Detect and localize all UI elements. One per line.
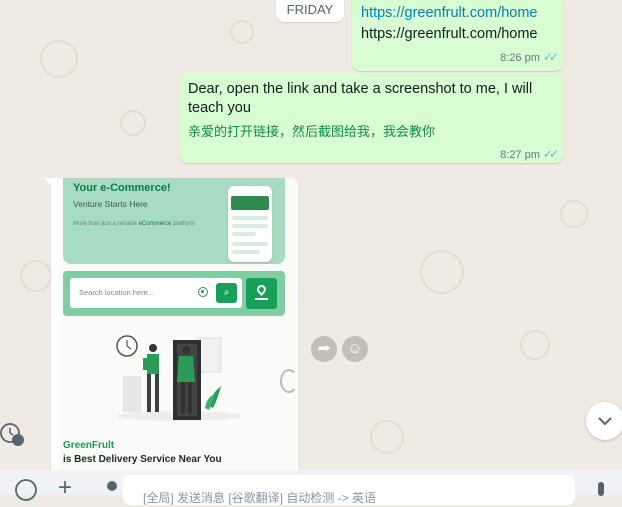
hero-text: More than just a reliable eCommerce plat… bbox=[73, 221, 195, 227]
message-input-placeholder: [全局] 发送消息 [谷歌翻译] 自动检测 -> 英语 bbox=[143, 491, 377, 505]
mic-icon[interactable] bbox=[594, 478, 608, 503]
scroll-to-bottom-button[interactable] bbox=[586, 402, 622, 440]
map-pin-icon bbox=[255, 283, 268, 296]
scheduled-message-icon[interactable] bbox=[0, 420, 26, 448]
delivery-illustration bbox=[116, 335, 241, 421]
message-meta: 8:26 pm ✓✓ bbox=[500, 50, 559, 64]
message-meta: 8:27 pm ✓✓ bbox=[500, 147, 559, 161]
brand-tagline: is Best Delivery Service Near You bbox=[63, 454, 222, 465]
brand-name: GreenFrult bbox=[63, 440, 115, 451]
background-doodle bbox=[560, 200, 588, 228]
read-receipt-icon: ✓✓ bbox=[542, 50, 559, 64]
forward-icon[interactable]: ➦ bbox=[311, 336, 337, 362]
message-text: Dear, open the link and take a screensho… bbox=[188, 81, 533, 116]
chat-panel: FRIDAY https://greenfrult.com/home https… bbox=[0, 0, 622, 470]
location-search-bar: Search location here... ⌕ bbox=[63, 271, 285, 316]
hero-subtitle: Venture Starts Here bbox=[73, 199, 148, 209]
message-link[interactable]: https://greenfrult.com/home bbox=[361, 26, 538, 42]
outgoing-message[interactable]: Dear, open the link and take a screensho… bbox=[179, 73, 563, 163]
hero-banner: Your e-Commerce! Venture Starts Here Mor… bbox=[63, 178, 285, 264]
background-doodle bbox=[40, 40, 78, 78]
message-time: 8:26 pm bbox=[500, 52, 540, 64]
incoming-image-message[interactable]: Your e-Commerce! Venture Starts Here Mor… bbox=[51, 178, 298, 470]
attach-person-icon[interactable] bbox=[103, 478, 121, 503]
loading-indicator-icon bbox=[280, 369, 298, 393]
message-composer: + [全局] 发送消息 [谷歌翻译] 自动检测 -> 英语 bbox=[0, 470, 622, 505]
search-icon[interactable]: ⌕ bbox=[216, 283, 237, 303]
message-input[interactable]: [全局] 发送消息 [谷歌翻译] 自动检测 -> 英语 bbox=[123, 475, 575, 505]
background-doodle bbox=[520, 330, 550, 360]
map-pin-button[interactable] bbox=[246, 278, 277, 309]
locate-icon[interactable] bbox=[198, 287, 208, 297]
date-chip: FRIDAY bbox=[276, 0, 344, 22]
background-doodle bbox=[120, 110, 146, 136]
read-receipt-icon: ✓✓ bbox=[542, 147, 559, 161]
message-time: 8:27 pm bbox=[500, 149, 540, 161]
emoji-icon[interactable]: ☺ bbox=[342, 336, 368, 362]
background-doodle bbox=[420, 250, 464, 294]
location-search-input[interactable]: Search location here... ⌕ bbox=[70, 278, 242, 308]
message-translation: 亲爱的打开链接，然后截图给我，我会教你 bbox=[188, 124, 436, 139]
background-doodle bbox=[230, 20, 254, 44]
background-doodle bbox=[370, 420, 404, 454]
chevron-down-icon bbox=[598, 417, 612, 426]
hero-title: Your e-Commerce! bbox=[73, 182, 171, 194]
search-placeholder: Search location here... bbox=[79, 288, 155, 297]
message-link[interactable]: https://greenfrult.com/home bbox=[361, 5, 538, 21]
outgoing-message[interactable]: https://greenfrult.com/home https://gree… bbox=[352, 0, 563, 71]
emoji-icon[interactable] bbox=[14, 478, 38, 507]
phone-mockup bbox=[228, 186, 272, 262]
background-doodle bbox=[20, 260, 52, 292]
screenshot-image[interactable]: Your e-Commerce! Venture Starts Here Mor… bbox=[59, 178, 296, 470]
plus-icon[interactable]: + bbox=[58, 476, 72, 500]
